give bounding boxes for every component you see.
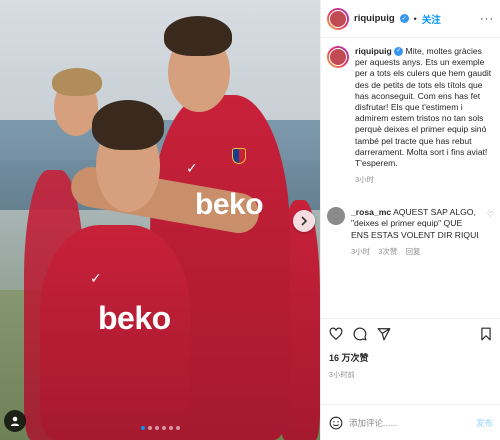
jersey-sponsor-front: beko	[98, 300, 171, 336]
caption-text: Mite, moltes gràcies per aquests anys. E…	[355, 46, 492, 169]
verified-icon: ✓	[394, 47, 404, 57]
jersey-sponsor-tall: beko	[195, 188, 264, 221]
caption-time: 3小时	[355, 175, 375, 185]
carousel-dot[interactable]	[168, 426, 173, 430]
header-username[interactable]: riquipuig	[354, 13, 395, 24]
caption-row: riquipuig ✓ Mite, moltes gràcies per aqu…	[327, 46, 494, 185]
post-comment-button[interactable]: 发布	[476, 417, 493, 429]
player-front-hair	[92, 100, 164, 150]
comments-list[interactable]: riquipuig ✓ Mite, moltes gràcies per aqu…	[321, 38, 500, 316]
carousel-dot[interactable]	[154, 426, 159, 430]
add-comment-bar: 发布	[321, 404, 500, 440]
next-arrow-icon[interactable]	[293, 210, 315, 232]
carousel-dot[interactable]	[140, 426, 145, 430]
list-item: _rosa_mc AQUEST SAP ALGO, "deixes el pri…	[327, 207, 494, 257]
nike-logo-icon: ✓	[186, 160, 198, 176]
carousel-dot[interactable]	[147, 426, 152, 430]
share-icon[interactable]	[377, 327, 391, 341]
heart-icon[interactable]	[329, 327, 343, 341]
caption-username[interactable]: riquipuig	[355, 46, 392, 56]
player-left-hair	[52, 68, 102, 96]
comment-input[interactable]	[349, 417, 470, 428]
comment-username[interactable]: _rosa_mc	[351, 207, 391, 217]
carousel-dots	[0, 426, 320, 430]
likes-count[interactable]: 16 万次赞	[329, 351, 493, 364]
comment-icon[interactable]	[353, 327, 367, 341]
carousel-dot[interactable]	[175, 426, 180, 430]
posted-time: 3小时前	[329, 372, 356, 379]
player-tall-hair	[164, 16, 232, 56]
comment-avatar[interactable]	[327, 207, 345, 226]
emoji-icon[interactable]	[329, 416, 343, 430]
avatar[interactable]	[327, 7, 349, 30]
comment-time: 3小时	[351, 246, 371, 256]
bookmark-icon[interactable]	[479, 327, 493, 341]
verified-icon: ✓	[399, 14, 409, 23]
post-photo[interactable]: beko ✓ beko ✓	[0, 0, 320, 440]
follow-button[interactable]: 关注	[422, 12, 441, 26]
post-side-panel: riquipuig ✓ • 关注 ··· riquipuig ✓ Mite, m…	[320, 0, 500, 440]
carousel-dot[interactable]	[161, 426, 166, 430]
caption-meta: 3小时	[355, 174, 494, 185]
post-viewer: beko ✓ beko ✓ riquipuig ✓ • 关注 ··· riqui…	[0, 0, 500, 440]
comment-likes[interactable]: 3次赞	[378, 247, 397, 256]
caption-avatar[interactable]	[327, 46, 349, 68]
crest-icon	[232, 148, 246, 164]
caption-text-block: riquipuig ✓ Mite, moltes gràcies per aqu…	[355, 46, 494, 169]
actions-bar: 16 万次赞 3小时前	[321, 318, 500, 380]
nike-logo-front-icon: ✓	[90, 270, 102, 286]
action-icons	[329, 327, 493, 341]
comment-meta: 3小时 3次赞 回复	[351, 246, 482, 257]
post-header: riquipuig ✓ • 关注 ···	[321, 0, 500, 38]
comment-reply-button[interactable]: 回复	[406, 247, 421, 256]
comment-like-heart-icon[interactable]: ♡	[487, 210, 494, 219]
more-icon[interactable]: ···	[480, 13, 494, 25]
comment-text-block: _rosa_mc AQUEST SAP ALGO, "deixes el pri…	[351, 207, 482, 241]
header-separator: •	[413, 13, 417, 24]
